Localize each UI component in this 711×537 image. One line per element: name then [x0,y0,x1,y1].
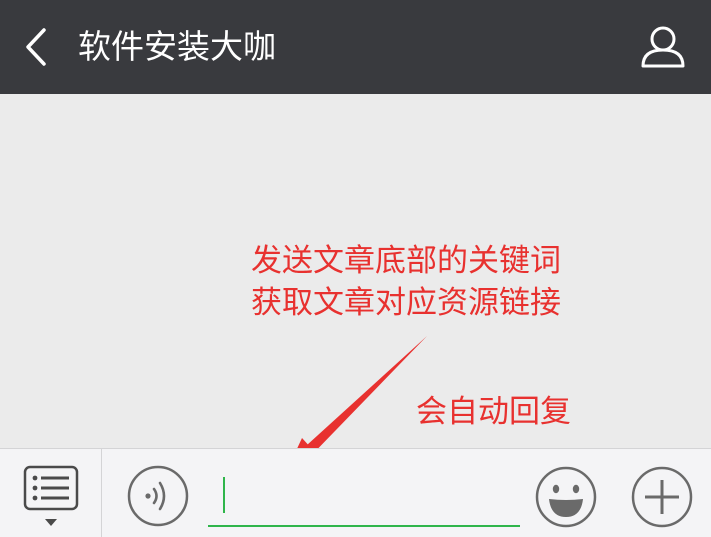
back-button[interactable] [16,20,62,74]
annotation-line-1: 发送文章底部的关键词 [251,243,561,279]
chevron-left-icon [26,28,46,66]
menu-toggle-button[interactable] [0,449,102,537]
annotation-line-3: 会自动回复 [416,394,571,430]
emoji-button[interactable] [533,465,599,529]
text-cursor [223,477,225,513]
person-icon [641,26,685,68]
voice-icon [127,465,189,527]
plus-icon [631,466,693,528]
smiley-icon [535,466,597,528]
chat-screen: 软件安装大咖 发送文章底部的关键词 获取文章对应资源链接 会自动回复 [0,0,711,537]
profile-button[interactable] [630,18,696,78]
voice-button[interactable] [125,465,191,527]
input-toolbar [0,448,711,537]
message-input[interactable] [208,467,520,527]
more-options-button[interactable] [629,465,695,529]
top-nav-bar: 软件安装大咖 [0,0,711,94]
list-menu-icon [23,465,79,526]
annotation-line-2: 获取文章对应资源链接 [251,285,561,321]
page-title: 软件安装大咖 [78,27,276,66]
